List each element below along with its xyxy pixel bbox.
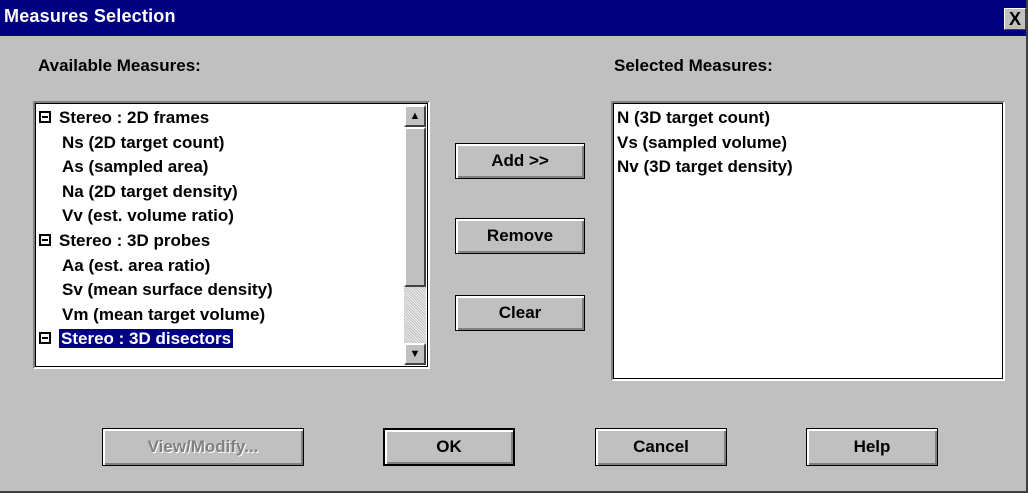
list-item-label: Sv (mean surface density)	[62, 280, 273, 300]
measures-selection-dialog: Measures Selection X Available Measures:…	[0, 0, 1028, 493]
close-icon: X	[1008, 9, 1021, 29]
add-button[interactable]: Add >>	[455, 143, 585, 179]
dialog-title: Measures Selection	[4, 6, 176, 26]
collapse-icon[interactable]	[39, 234, 51, 247]
cancel-button[interactable]: Cancel	[595, 428, 727, 466]
ok-button[interactable]: OK	[383, 428, 515, 466]
arrow-up-icon: ▲	[409, 110, 421, 122]
available-measures-label: Available Measures:	[38, 56, 201, 75]
list-item-label: Aa (est. area ratio)	[62, 255, 211, 275]
scroll-down-button[interactable]: ▼	[404, 343, 426, 365]
view-modify-button[interactable]: View/Modify...	[102, 428, 304, 466]
list-item[interactable]: Nv (3D target density)	[617, 156, 793, 178]
list-item-label: Vv (est. volume ratio)	[62, 206, 234, 226]
list-group-item[interactable]: Stereo : 3D probes	[39, 230, 210, 252]
collapse-icon[interactable]	[39, 111, 51, 124]
scroll-thumb[interactable]	[404, 127, 426, 287]
list-item[interactable]: Vv (est. volume ratio)	[62, 205, 234, 227]
available-measures-list[interactable]: Stereo : 2D frames Ns (2D target count) As…	[33, 101, 430, 369]
selected-measures-list[interactable]: N (3D target count) Vs (sampled volume) Nv…	[611, 101, 1005, 381]
list-item-label: Stereo : 2D frames	[59, 108, 210, 127]
list-item[interactable]: Vm (mean target volume)	[62, 304, 265, 326]
list-item[interactable]: Sv (mean surface density)	[62, 279, 273, 301]
list-item[interactable]: Aa (est. area ratio)	[62, 255, 210, 277]
help-button[interactable]: Help	[806, 428, 938, 466]
available-list-scrollbar[interactable]: ▲ ▼	[404, 105, 426, 365]
list-group-item[interactable]: Stereo : 3D disectors	[39, 328, 234, 350]
selected-measures-label: Selected Measures:	[614, 56, 773, 75]
list-item-label: As (sampled area)	[62, 157, 209, 177]
list-item-label: Stereo : 3D probes	[59, 231, 211, 250]
list-item[interactable]: Ns (2D target count)	[62, 132, 224, 154]
remove-button[interactable]: Remove	[455, 218, 585, 254]
list-item-label: Na (2D target density)	[62, 181, 238, 201]
list-group-item[interactable]: Stereo : 2D frames	[39, 107, 209, 129]
arrow-down-icon: ▼	[409, 348, 421, 360]
clear-button[interactable]: Clear	[455, 295, 585, 331]
list-item[interactable]: Na (2D target density)	[62, 181, 238, 203]
list-item[interactable]: As (sampled area)	[62, 156, 208, 178]
collapse-icon[interactable]	[39, 332, 51, 345]
title-bar: Measures Selection X	[0, 0, 1026, 36]
scroll-up-button[interactable]: ▲	[404, 105, 426, 127]
list-item[interactable]: Vs (sampled volume)	[617, 132, 787, 154]
close-button[interactable]: X	[1004, 8, 1026, 30]
list-item-label: Ns (2D target count)	[62, 132, 225, 152]
list-item-label: Vm (mean target volume)	[62, 304, 266, 324]
list-item[interactable]: N (3D target count)	[617, 107, 770, 129]
list-item-label: Stereo : 3D disectors	[59, 329, 234, 349]
